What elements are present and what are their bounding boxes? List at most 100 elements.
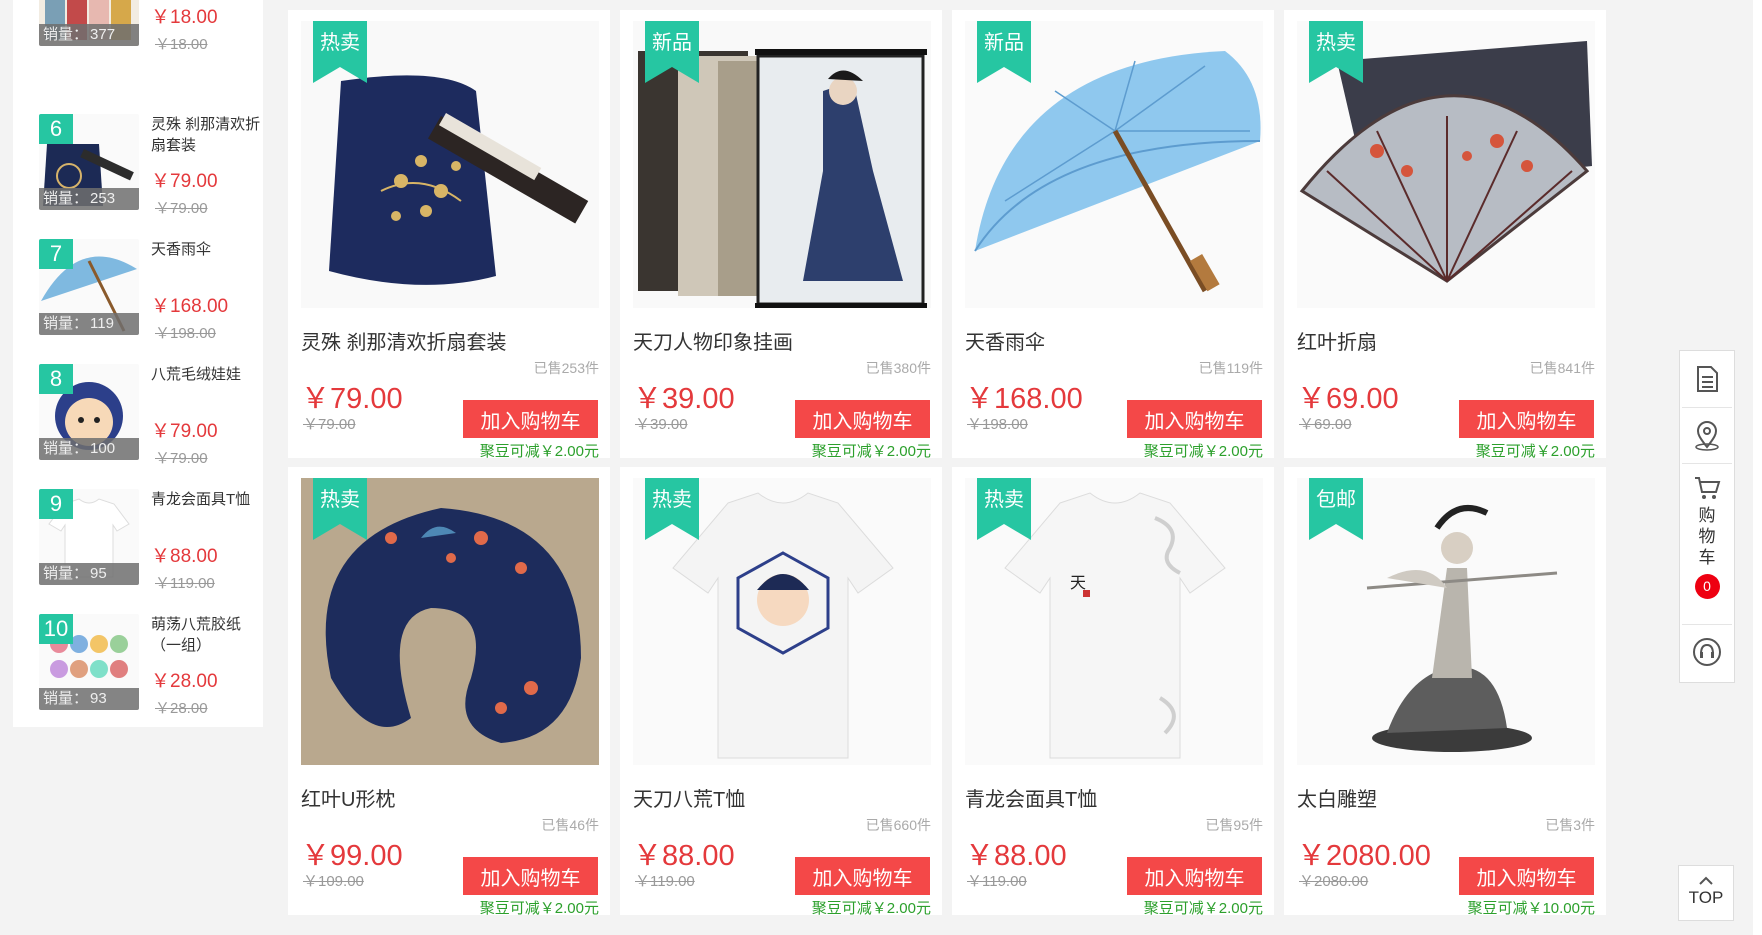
product-price: ￥88.00	[965, 840, 1067, 872]
add-to-cart-button[interactable]: 加入购物车	[1127, 400, 1262, 438]
add-to-cart-button[interactable]: 加入购物车	[1459, 400, 1594, 438]
ranking-price: ￥88.00	[151, 546, 218, 567]
product-tag: 热卖	[977, 478, 1031, 540]
cart-icon	[1695, 477, 1721, 499]
product-price: ￥39.00	[633, 383, 735, 415]
ranking-product-name[interactable]: 八荒毛绒娃娃	[151, 364, 266, 385]
orders-button[interactable]	[1680, 365, 1734, 393]
cart-label: 购物车	[1698, 506, 1716, 567]
original-price: ￥69.00	[1299, 416, 1352, 433]
sales-count: 销量： 119	[39, 313, 139, 335]
top-label: TOP	[1688, 888, 1724, 907]
divider	[1682, 463, 1732, 464]
product-price: ￥168.00	[965, 383, 1083, 415]
sold-count: 已售119件	[1198, 360, 1263, 376]
document-icon	[1697, 366, 1718, 392]
sales-count: 销量： 253	[39, 188, 139, 210]
ranking-old-price: ￥18.00	[155, 36, 208, 53]
ranking-item[interactable]: 7 销量： 119 天香雨伞 ￥168.00 ￥198.00	[26, 239, 263, 364]
product-name[interactable]: 红叶折扇	[1297, 326, 1377, 355]
ranking-thumbnail[interactable]: 10 销量： 93	[39, 614, 139, 710]
ranking-price: ￥18.00	[151, 7, 218, 28]
ranking-product-name[interactable]: 灵殊 刹那清欢折扇套装	[151, 114, 266, 156]
add-to-cart-button[interactable]: 加入购物车	[1127, 857, 1262, 895]
ranking-item[interactable]: 10 销量： 93 萌荡八荒胶纸（一组） ￥28.00 ￥28.00	[26, 614, 263, 739]
product-name[interactable]: 太白雕塑	[1297, 783, 1377, 812]
add-to-cart-button[interactable]: 加入购物车	[795, 857, 930, 895]
add-to-cart-button[interactable]: 加入购物车	[463, 857, 598, 895]
product-price: ￥88.00	[633, 840, 735, 872]
add-to-cart-button[interactable]: 加入购物车	[463, 400, 598, 438]
ranking-thumbnail[interactable]: 9 销量： 95	[39, 489, 139, 585]
ranking-item[interactable]: 8 销量： 100 八荒毛绒娃娃 ￥79.00 ￥79.00	[26, 364, 263, 489]
coupon-note: 聚豆可减￥2.00元	[479, 900, 599, 917]
product-tag: 包邮	[1309, 478, 1363, 540]
original-price: ￥198.00	[967, 416, 1028, 433]
ranking-item[interactable]: 5 销量：377 ￥18.00 ￥18.00	[26, 0, 263, 75]
ranking-item[interactable]: 9 销量： 95 青龙会面具T恤 ￥88.00 ￥119.00	[26, 489, 263, 614]
product-card[interactable]: 热卖 红叶折扇 已售841件 ￥69.00 ￥69.00 加入购物车 聚豆可减￥…	[1284, 10, 1606, 460]
product-card[interactable]: 新品 天刀人物印象挂画 已售380件 ￥39.00 ￥39.00 加入购物车 聚…	[620, 10, 942, 460]
original-price: ￥109.00	[303, 873, 364, 890]
customer-service-button[interactable]	[1680, 637, 1734, 667]
product-name[interactable]: 天刀八荒T恤	[633, 783, 745, 812]
product-price: ￥99.00	[301, 840, 403, 872]
product-name[interactable]: 灵殊 刹那清欢折扇套装	[301, 326, 507, 355]
product-tag: 热卖	[313, 21, 367, 83]
product-card[interactable]: 包邮 太白雕塑 已售3件 ￥2080.00 ￥2080.00 加入购物车 聚豆可…	[1284, 467, 1606, 917]
ranking-item[interactable]: 6 销量： 253 灵殊 刹那清欢折扇套装 ￥79.00 ￥79.00	[26, 114, 263, 239]
original-price: ￥79.00	[303, 416, 356, 433]
product-name[interactable]: 天刀人物印象挂画	[633, 326, 793, 355]
sold-count: 已售95件	[1205, 817, 1263, 833]
original-price: ￥119.00	[635, 873, 695, 890]
ranking-product-name[interactable]: 青龙会面具T恤	[151, 489, 266, 510]
ranking-product-name[interactable]: 萌荡八荒胶纸（一组）	[151, 614, 266, 656]
ranking-thumbnail[interactable]: 5 销量：377	[39, 0, 139, 46]
back-to-top-button[interactable]: TOP	[1678, 865, 1734, 921]
coupon-note: 聚豆可减￥2.00元	[811, 900, 931, 917]
ranking-old-price: ￥119.00	[155, 575, 215, 592]
coupon-note: 聚豆可减￥2.00元	[1143, 900, 1263, 917]
ranking-price: ￥79.00	[151, 421, 218, 442]
product-card[interactable]: 热卖 红叶U形枕 已售46件 ￥99.00 ￥109.00 加入购物车 聚豆可减…	[288, 467, 610, 917]
ranking-thumbnail[interactable]: 7 销量： 119	[39, 239, 139, 335]
product-card[interactable]: 新品 天香雨伞 已售119件 ￥168.00 ￥198.00 加入购物车 聚豆可…	[952, 10, 1274, 460]
sales-ranking-panel: 5 销量：377 ￥18.00 ￥18.00 6 销量：253 灵殊 刹那清欢折…	[13, 0, 263, 727]
sales-count: 销量： 377	[39, 24, 139, 46]
ranking-old-price: ￥79.00	[155, 450, 208, 467]
location-button[interactable]	[1680, 421, 1734, 451]
coupon-note: 聚豆可减￥2.00元	[811, 443, 931, 460]
product-tag: 热卖	[1309, 21, 1363, 83]
ranking-thumbnail[interactable]: 6 销量： 253	[39, 114, 139, 210]
ranking-product-name[interactable]: 天香雨伞	[151, 239, 266, 260]
rank-number: 8	[39, 364, 73, 394]
svg-text:天: 天	[1070, 573, 1086, 592]
side-toolbar: 购物车 0	[1679, 350, 1735, 683]
cart-button[interactable]: 购物车 0	[1680, 475, 1734, 599]
product-price: ￥79.00	[301, 383, 403, 415]
product-card[interactable]: 天 热卖 青龙会面具T恤 已售95件 ￥88.00 ￥119.00 加入购物车 …	[952, 467, 1274, 917]
ranking-thumbnail[interactable]: 8 销量： 100	[39, 364, 139, 460]
add-to-cart-button[interactable]: 加入购物车	[795, 400, 930, 438]
product-price: ￥2080.00	[1297, 840, 1431, 872]
product-tag: 热卖	[313, 478, 367, 540]
original-price: ￥2080.00	[1299, 873, 1369, 890]
ranking-price: ￥79.00	[151, 171, 218, 192]
rank-number: 7	[39, 239, 73, 269]
sold-count: 已售3件	[1545, 817, 1595, 833]
product-name[interactable]: 天香雨伞	[965, 326, 1045, 355]
sold-count: 已售253件	[533, 360, 599, 376]
window-scrollbar[interactable]	[1753, 0, 1762, 935]
rank-number: 10	[39, 614, 73, 644]
product-card[interactable]: 热卖 灵殊 刹那清欢折扇套装 已售253件 ￥79.00 ￥79.00 加入购物…	[288, 10, 610, 460]
product-name[interactable]: 红叶U形枕	[301, 783, 395, 812]
coupon-note: 聚豆可减￥2.00元	[1143, 443, 1263, 460]
product-card[interactable]: 热卖 天刀八荒T恤 已售660件 ￥88.00 ￥119.00 加入购物车 聚豆…	[620, 467, 942, 917]
product-tag: 新品	[645, 21, 699, 83]
sales-count: 销量： 95	[39, 563, 139, 585]
ranking-price: ￥168.00	[151, 296, 229, 317]
ranking-old-price: ￥28.00	[155, 700, 208, 717]
add-to-cart-button[interactable]: 加入购物车	[1459, 857, 1594, 895]
chevron-up-icon	[1699, 876, 1713, 885]
product-name[interactable]: 青龙会面具T恤	[965, 783, 1097, 812]
